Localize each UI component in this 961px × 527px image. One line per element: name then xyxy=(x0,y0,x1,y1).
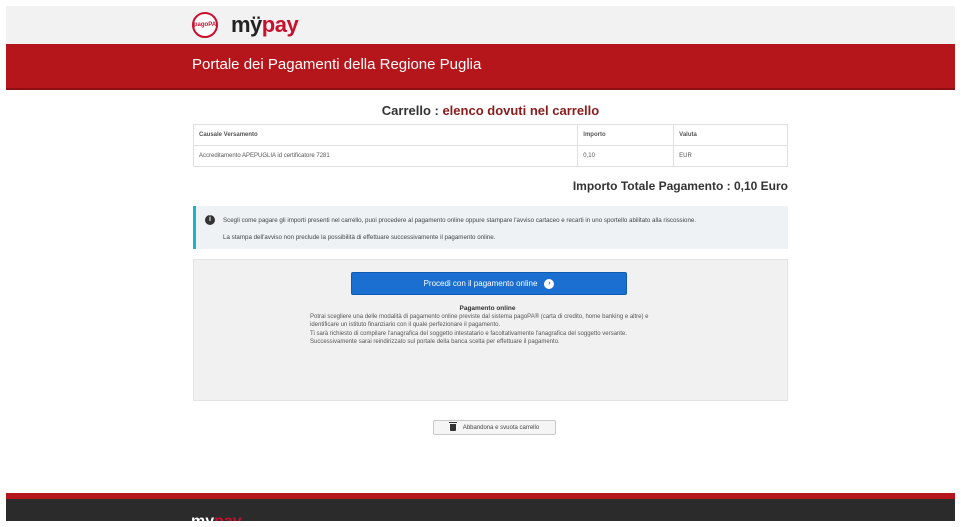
cart-title-prefix: Carrello : xyxy=(381,103,443,118)
browser-page: pagoPA mÿpay Portale dei Pagamenti della… xyxy=(6,6,955,521)
pagopa-logo-icon: pagoPA xyxy=(192,12,218,38)
cell-valuta: EUR xyxy=(673,145,788,167)
info-text-line1: Scegli come pagare gli importi presenti … xyxy=(223,217,697,224)
pay-online-button-label: Procedi con il pagamento online xyxy=(423,279,538,288)
online-payment-panel: Procedi con il pagamento online › Pagame… xyxy=(193,259,788,401)
payment-paragraph-2: Ti sarà richiesto di compilare l'anagraf… xyxy=(310,330,627,345)
info-text-line2: La stampa dell'avviso non preclude la po… xyxy=(223,234,496,241)
brand-my: mÿ xyxy=(231,12,262,37)
info-icon: i xyxy=(205,215,215,225)
total-amount: Importo Totale Pagamento : 0,10 Euro xyxy=(572,179,788,193)
footer: mypay xyxy=(6,499,955,521)
arrow-right-circle-icon: › xyxy=(544,278,555,289)
column-header-importo: Importo xyxy=(577,124,675,146)
top-bar: pagoPA mÿpay xyxy=(6,6,955,44)
mypay-wordmark: mÿpay xyxy=(231,12,299,38)
payment-paragraph-1: Potrai scegliere una delle modalità di p… xyxy=(310,314,649,329)
trash-icon xyxy=(448,422,457,431)
payment-description: Pagamento online Potrai scegliere una de… xyxy=(310,305,665,346)
cart-title-emphasis: elenco dovuti nel carrello xyxy=(442,103,600,118)
pagopa-badge-text: pagoPA xyxy=(193,22,217,28)
table-header-row: Causale Versamento Importo Valuta xyxy=(192,124,788,146)
site-logo[interactable]: pagoPA mÿpay xyxy=(192,12,299,38)
pay-online-button[interactable]: Procedi con il pagamento online › xyxy=(351,272,627,295)
cart-title: Carrello : elenco dovuti nel carrello xyxy=(193,100,788,122)
abandon-cart-button[interactable]: Abbandona e svuota carrello xyxy=(433,420,556,435)
footer-logo: mypay xyxy=(191,513,242,521)
brand-pay: pay xyxy=(261,12,299,37)
cell-causale: Accreditamento APEPUGLIA id certificator… xyxy=(192,145,579,167)
payment-heading: Pagamento online xyxy=(459,305,516,312)
footer-brand-my: my xyxy=(191,513,214,521)
abandon-cart-label: Abbandona e svuota carrello xyxy=(462,424,540,431)
cell-importo: 0,10 xyxy=(577,145,675,167)
portal-title: Portale dei Pagamenti della Regione Pugl… xyxy=(192,56,482,73)
cart-table: Causale Versamento Importo Valuta Accred… xyxy=(192,124,788,167)
column-header-valuta: Valuta xyxy=(673,124,788,146)
portal-header: Portale dei Pagamenti della Regione Pugl… xyxy=(6,44,955,90)
main-content: Carrello : elenco dovuti nel carrello Ca… xyxy=(192,100,788,435)
info-alert: i Scegli come pagare gli importi present… xyxy=(193,206,788,249)
footer-brand-pay: pay xyxy=(214,513,242,521)
column-header-causale: Causale Versamento xyxy=(192,124,579,146)
table-row: Accreditamento APEPUGLIA id certificator… xyxy=(192,145,788,167)
